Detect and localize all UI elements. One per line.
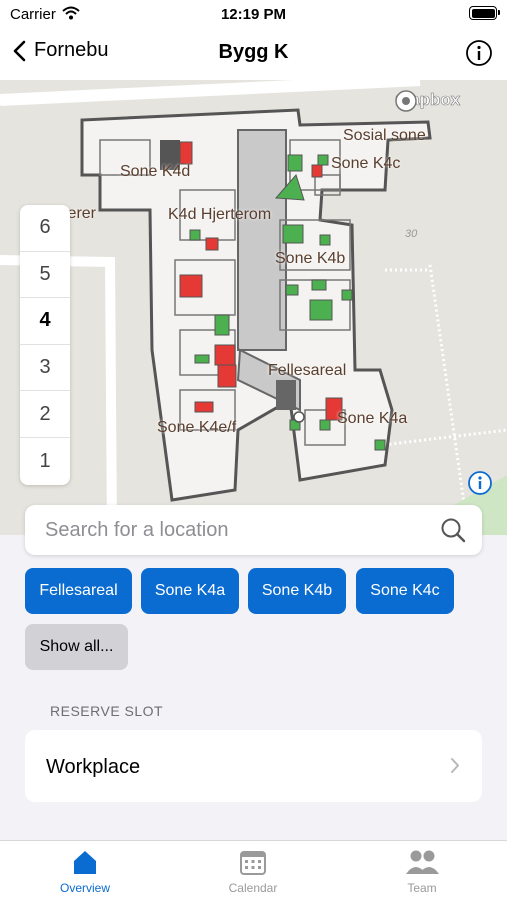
search-icon[interactable] bbox=[440, 517, 466, 543]
info-icon[interactable] bbox=[465, 39, 493, 67]
tab-bar: Overview Calendar Team bbox=[0, 840, 507, 900]
tab-overview[interactable]: Overview bbox=[25, 847, 145, 895]
floor-button-4[interactable]: 4 bbox=[20, 298, 70, 345]
map-label: K4d Hjerterom bbox=[168, 206, 272, 223]
map-label: 30 bbox=[405, 228, 418, 240]
workplace-label: Workplace bbox=[46, 756, 141, 778]
chip-sone-k4a[interactable]: Sone K4a bbox=[141, 568, 239, 614]
home-icon bbox=[74, 851, 96, 874]
workplace-row[interactable]: Workplace bbox=[25, 730, 482, 802]
map-label: Sone K4b bbox=[275, 250, 346, 267]
chip-sone-k4b[interactable]: Sone K4b bbox=[248, 568, 346, 614]
battery-icon bbox=[469, 6, 500, 20]
navigation-bar: Fornebu Bygg K bbox=[0, 28, 507, 80]
map-label: Sone K4d bbox=[120, 163, 191, 180]
tab-label: Team bbox=[407, 881, 437, 895]
map-label: Fellesareal bbox=[268, 362, 347, 379]
map-label: Sone K4e/f bbox=[157, 419, 237, 436]
map-label: Sone K4c bbox=[331, 155, 401, 172]
section-header: RESERVE SLOT bbox=[50, 703, 164, 719]
mapbox-logo: mapbox bbox=[395, 90, 460, 112]
floor-button-2[interactable]: 2 bbox=[20, 391, 70, 438]
floor-picker: 6 5 4 3 2 1 bbox=[20, 205, 70, 485]
mapbox-icon bbox=[395, 90, 417, 112]
map-info-icon[interactable] bbox=[467, 470, 493, 496]
tab-label: Overview bbox=[59, 881, 110, 895]
floor-button-3[interactable]: 3 bbox=[20, 345, 70, 392]
tab-calendar[interactable]: Calendar bbox=[193, 847, 313, 895]
status-bar: Carrier 12:19 PM bbox=[0, 0, 507, 28]
chevron-right-icon bbox=[451, 758, 459, 773]
search-input[interactable]: Search for a location bbox=[25, 505, 482, 555]
chip-sone-k4c[interactable]: Sone K4c bbox=[356, 568, 454, 614]
floor-button-1[interactable]: 1 bbox=[20, 438, 70, 485]
search-placeholder: Search for a location bbox=[45, 519, 229, 541]
tab-label: Calendar bbox=[228, 881, 278, 895]
calendar-icon bbox=[240, 851, 266, 875]
team-icon bbox=[406, 850, 439, 874]
status-time: 12:19 PM bbox=[220, 6, 287, 23]
show-all-button[interactable]: Show all... bbox=[25, 624, 128, 670]
map-label: Sone K4a bbox=[337, 410, 408, 427]
chip-fellesareal[interactable]: Fellesareal bbox=[25, 568, 132, 614]
floor-map[interactable]: mapbox Sosial sone Sone K4c Sone K4d ler… bbox=[0, 80, 507, 535]
map-label: Sosial sone bbox=[343, 127, 426, 144]
floor-plan bbox=[0, 80, 507, 535]
tab-team[interactable]: Team bbox=[362, 847, 482, 895]
floor-button-6[interactable]: 6 bbox=[20, 205, 70, 252]
page-title: Bygg K bbox=[218, 41, 289, 63]
floor-button-5[interactable]: 5 bbox=[20, 252, 70, 299]
